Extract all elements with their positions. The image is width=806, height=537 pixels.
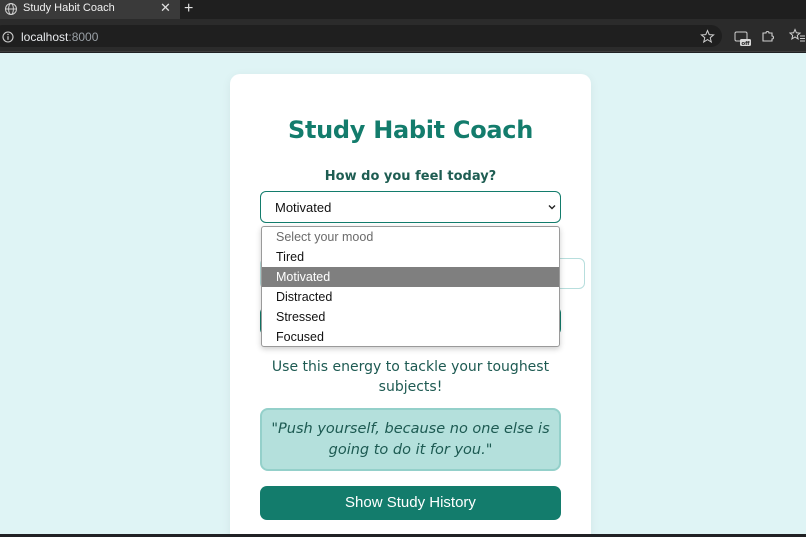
site-info-icon[interactable] xyxy=(2,31,14,43)
new-tab-button[interactable]: + xyxy=(184,0,193,17)
puzzle-icon[interactable] xyxy=(760,28,775,43)
advice-message: Use this energy to tackle your toughest … xyxy=(271,359,550,395)
mood-option[interactable]: Select your mood xyxy=(262,227,559,247)
globe-icon xyxy=(5,3,17,15)
mood-option[interactable]: Focused xyxy=(262,327,559,346)
browser-address-bar: localhost:8000 off xyxy=(0,19,806,52)
svg-text:off: off xyxy=(741,41,750,47)
omnibox[interactable] xyxy=(0,25,722,47)
page-title: Study Habit Coach xyxy=(287,116,534,144)
mood-select[interactable]: Motivated xyxy=(260,191,561,223)
mood-option[interactable]: Stressed xyxy=(262,307,559,327)
mood-option[interactable]: Distracted xyxy=(262,287,559,307)
url-port: :8000 xyxy=(68,30,99,44)
mood-option[interactable]: Tired xyxy=(262,247,559,267)
mood-select-value: Motivated xyxy=(275,200,332,215)
favorites-icon[interactable] xyxy=(789,28,806,43)
url-host: localhost xyxy=(21,30,69,44)
tab-close-icon[interactable]: ✕ xyxy=(160,0,171,18)
show-history-button[interactable]: Show Study History xyxy=(260,486,561,520)
bookmark-star-icon[interactable] xyxy=(700,29,715,44)
browser-tab[interactable]: Study Habit Coach ✕ xyxy=(0,0,180,19)
mood-question-label: How do you feel today? xyxy=(324,169,497,184)
quote-box: "Push yourself, because no one else is g… xyxy=(260,408,561,471)
extension-off-icon[interactable]: off xyxy=(733,29,751,47)
tab-title: Study Habit Coach xyxy=(23,2,115,14)
motivational-quote: "Push yourself, because no one else is g… xyxy=(271,421,550,458)
chevron-down-icon xyxy=(548,205,556,210)
mood-option[interactable]: Motivated xyxy=(262,267,559,287)
mood-dropdown-list: Select your mood Tired Motivated Distracted… xyxy=(261,226,560,347)
url-text[interactable]: localhost:8000 xyxy=(21,30,98,44)
browser-tab-bar: Study Habit Coach ✕ + xyxy=(0,0,806,19)
